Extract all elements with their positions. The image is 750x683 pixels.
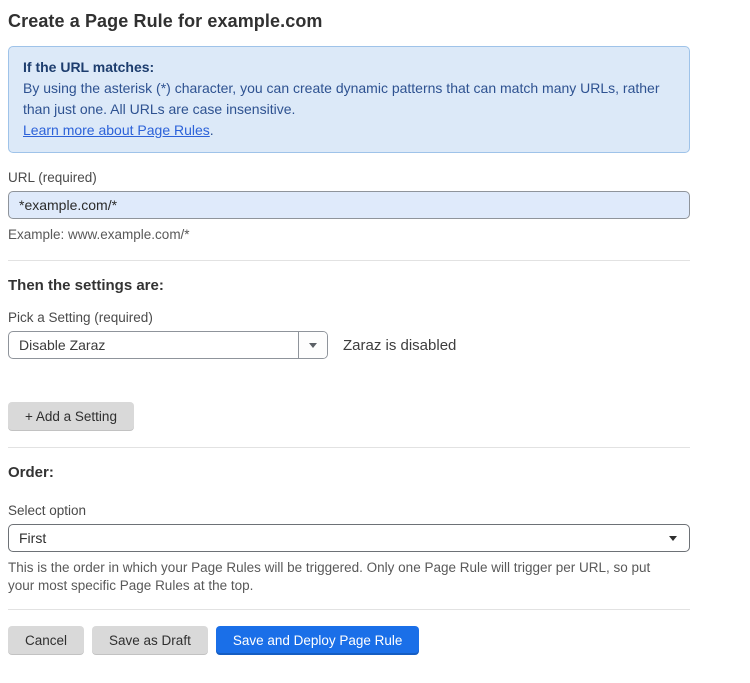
url-input[interactable] — [8, 191, 690, 219]
url-example-text: Example: www.example.com/* — [8, 226, 690, 244]
setting-picker-label: Pick a Setting (required) — [8, 310, 690, 325]
order-help-text: This is the order in which your Page Rul… — [8, 559, 672, 595]
info-box-link-row: Learn more about Page Rules. — [23, 120, 675, 141]
order-select-label: Select option — [8, 503, 690, 518]
divider — [8, 447, 690, 448]
url-match-info-box: If the URL matches: By using the asteris… — [8, 46, 690, 153]
setting-dropdown[interactable]: Disable Zaraz — [8, 331, 328, 359]
setting-status-text: Zaraz is disabled — [343, 337, 456, 354]
form-actions: Cancel Save as Draft Save and Deploy Pag… — [8, 626, 690, 683]
cancel-button[interactable]: Cancel — [8, 626, 84, 655]
add-setting-button[interactable]: + Add a Setting — [8, 402, 134, 431]
link-period: . — [210, 122, 214, 138]
page-rule-form: Create a Page Rule for example.com If th… — [8, 0, 690, 683]
order-select[interactable]: First — [8, 524, 690, 552]
save-and-deploy-button[interactable]: Save and Deploy Page Rule — [216, 626, 420, 655]
settings-section-heading: Then the settings are: — [8, 277, 690, 294]
page-title: Create a Page Rule for example.com — [8, 11, 690, 32]
save-as-draft-button[interactable]: Save as Draft — [92, 626, 208, 655]
setting-dropdown-arrow-button[interactable] — [298, 332, 327, 358]
info-box-heading: If the URL matches: — [23, 57, 675, 78]
chevron-down-icon — [309, 343, 317, 348]
chevron-down-icon — [669, 536, 677, 541]
divider — [8, 260, 690, 261]
setting-dropdown-value: Disable Zaraz — [9, 332, 298, 358]
order-section-heading: Order: — [8, 464, 690, 481]
setting-row: Disable Zaraz Zaraz is disabled — [8, 331, 690, 359]
learn-more-link[interactable]: Learn more about Page Rules — [23, 122, 210, 138]
info-box-body: By using the asterisk (*) character, you… — [23, 78, 673, 120]
divider — [8, 609, 690, 610]
order-select-value: First — [19, 530, 46, 546]
url-field-label: URL (required) — [8, 170, 690, 185]
